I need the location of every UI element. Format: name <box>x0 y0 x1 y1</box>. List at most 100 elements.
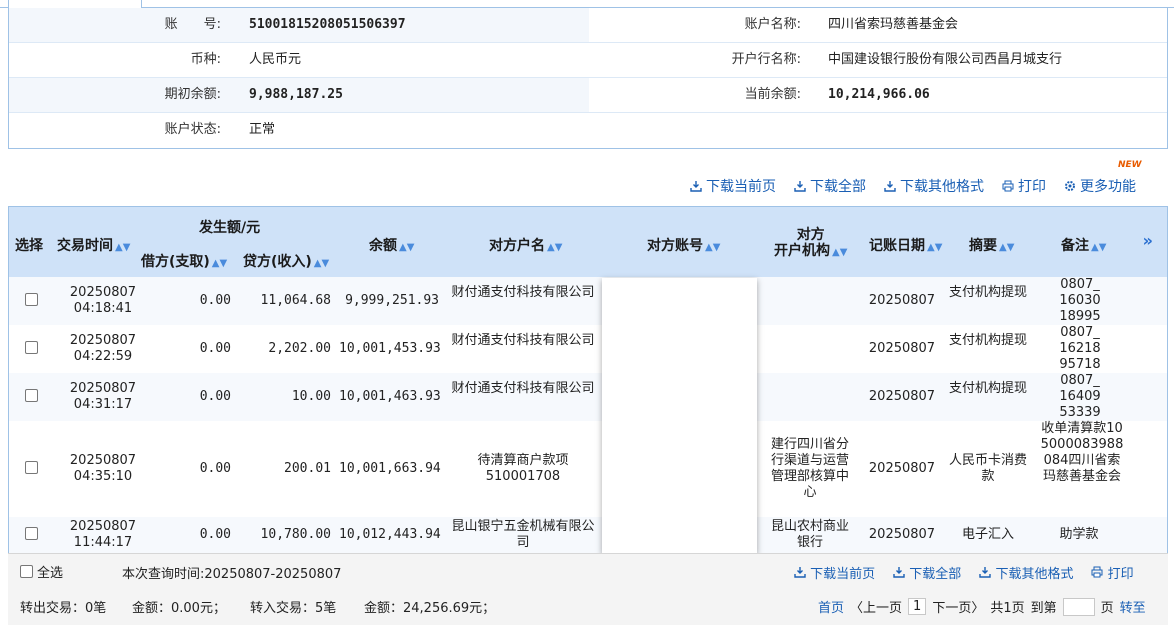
account-name-label: 账户名称: <box>744 17 801 32</box>
account-status-label: 账户状态: <box>164 122 221 137</box>
table-row[interactable]: 20250807 04:18:41 0.00 11,064.68 9,999,2… <box>9 277 1167 325</box>
col-select: 选择 <box>15 238 43 254</box>
download-other-button[interactable]: 下载其他格式 <box>884 176 984 196</box>
currency-label: 币种: <box>190 52 221 67</box>
select-all-control[interactable]: 全选 <box>20 562 63 581</box>
footer-download-all-button[interactable]: 下载全部 <box>893 563 961 582</box>
download-all-button[interactable]: 下载全部 <box>794 176 866 196</box>
col-counter-account[interactable]: 对方账号 ▲▼ <box>647 235 720 255</box>
sort-icon[interactable]: ▲▼ <box>314 258 329 269</box>
debit-cell: 0.00 <box>199 293 231 308</box>
tab-strip <box>0 0 1174 9</box>
table-row[interactable]: 20250807 04:31:17 0.00 10.00 10,001,463.… <box>9 373 1167 421</box>
row-checkbox[interactable] <box>25 527 38 540</box>
goto-suffix: 页 <box>1100 601 1114 616</box>
prev-page-link[interactable]: 〈上一页 <box>850 597 902 616</box>
in-count: 转入交易：5笔 <box>250 601 337 616</box>
select-all-label: 全选 <box>37 566 64 581</box>
balance-cell: 10,001,663.94 <box>339 461 441 476</box>
col-balance[interactable]: 余额 ▲▼ <box>369 235 414 255</box>
print-button[interactable]: 打印 <box>1002 176 1046 196</box>
printer-icon <box>1002 180 1014 192</box>
counter-name-cell: 财付通支付科技有限公司 <box>451 333 595 348</box>
sort-icon[interactable]: ▲▼ <box>705 242 720 253</box>
select-all-checkbox[interactable] <box>20 565 33 578</box>
current-page[interactable]: 1 <box>908 598 927 615</box>
book-date-cell: 20250807 <box>868 341 936 356</box>
sort-icon[interactable]: ▲▼ <box>832 247 847 258</box>
download-icon <box>979 567 992 578</box>
sort-icon[interactable]: ▲▼ <box>927 242 942 253</box>
credit-cell: 11,064.68 <box>260 293 331 308</box>
table-row[interactable]: 20250807 11:44:17 0.00 10,780.00 10,012,… <box>9 517 1167 553</box>
info-row: 账户状态: 正常 <box>9 113 1167 148</box>
download-page-button[interactable]: 下载当前页 <box>690 176 776 196</box>
sort-icon[interactable]: ▲▼ <box>212 258 227 269</box>
debit-cell: 0.00 <box>199 527 231 542</box>
table-footer: 全选 本次查询时间:20250807-20250807 下载当前页 下载全部 下… <box>8 553 1168 625</box>
col-book-date[interactable]: 记账日期 ▲▼ <box>869 235 942 255</box>
txn-date: 20250807 <box>69 333 137 348</box>
gear-icon <box>1065 181 1075 191</box>
summary-cell: 支付机构提现 <box>949 333 1028 348</box>
col-credit[interactable]: 贷方(收入) ▲▼ <box>243 251 329 271</box>
summary-cell: 支付机构提现 <box>949 285 1028 300</box>
counter-bank-cell: 昆山农村商业银行 <box>770 519 849 550</box>
currency-value: 人民币元 <box>249 52 302 67</box>
footer-download-other-button[interactable]: 下载其他格式 <box>979 563 1073 582</box>
goto-page-input[interactable] <box>1062 597 1095 616</box>
remark-cell: 收单清算款105000083988084四川省索玛慈善基金会 <box>1040 421 1124 484</box>
col-counter-bank-label-2: 开户机构 <box>774 243 830 259</box>
print-label: 打印 <box>1018 179 1046 195</box>
counter-name-cell: 待清算商户款项510001708 <box>477 453 569 484</box>
credit-cell: 2,202.00 <box>268 341 331 356</box>
balance-cell: 10,001,453.93 <box>339 341 441 356</box>
txn-time: 04:35:10 <box>73 469 133 484</box>
footer-print-button[interactable]: 打印 <box>1091 563 1134 582</box>
row-checkbox[interactable] <box>25 341 38 354</box>
sort-icon[interactable]: ▲▼ <box>115 242 130 253</box>
opening-balance-label: 期初余额: <box>164 87 221 102</box>
sort-icon[interactable]: ▲▼ <box>547 242 562 253</box>
summary-cell: 电子汇入 <box>961 527 1014 542</box>
footer-download-page-button[interactable]: 下载当前页 <box>794 563 875 582</box>
row-checkbox[interactable] <box>25 389 38 402</box>
sort-icon[interactable]: ▲▼ <box>999 242 1014 253</box>
new-badge: NEW <box>1118 160 1142 170</box>
first-page-link[interactable]: 首页 <box>818 597 844 616</box>
col-summary[interactable]: 摘要 ▲▼ <box>969 235 1014 255</box>
book-date-cell: 20250807 <box>868 461 936 476</box>
remark-cell: 0807_1603018995 <box>1059 277 1101 324</box>
table-row[interactable]: 20250807 04:35:10 0.00 200.01 10,001,663… <box>9 421 1167 517</box>
book-date-cell: 20250807 <box>868 293 936 308</box>
balance-cell: 10,012,443.94 <box>339 527 441 542</box>
goto-prefix: 到第 <box>1030 601 1057 616</box>
col-book-date-label: 记账日期 <box>869 238 925 254</box>
more-functions-button[interactable]: 更多功能 <box>1064 176 1136 196</box>
download-icon <box>690 181 702 192</box>
col-balance-label: 余额 <box>369 238 397 254</box>
col-remark[interactable]: 备注 ▲▼ <box>1061 235 1106 255</box>
table-row[interactable]: 20250807 04:22:59 0.00 2,202.00 10,001,4… <box>9 325 1167 373</box>
next-page-link[interactable]: 下一页〉 <box>932 597 984 616</box>
txn-time: 04:31:17 <box>73 397 133 412</box>
counter-name-cell: 财付通支付科技有限公司 <box>451 381 595 396</box>
expand-columns-icon[interactable]: » <box>1143 231 1153 250</box>
sort-icon[interactable]: ▲▼ <box>399 242 414 253</box>
col-time[interactable]: 交易时间 ▲▼ <box>57 235 130 255</box>
col-counter-account-label: 对方账号 <box>647 238 703 254</box>
go-button[interactable]: 转至 <box>1120 597 1146 616</box>
credit-cell: 10.00 <box>291 389 331 404</box>
footer-print-label: 打印 <box>1107 567 1134 582</box>
sort-icon[interactable]: ▲▼ <box>1091 242 1106 253</box>
download-icon <box>884 181 896 192</box>
row-checkbox[interactable] <box>25 293 38 306</box>
top-toolbar: 下载当前页 下载全部 下载其他格式 打印 更多功能 <box>690 176 1136 196</box>
row-checkbox[interactable] <box>25 461 38 474</box>
footer-download-all-label: 下载全部 <box>909 567 962 582</box>
current-balance-label: 当前余额: <box>744 87 801 102</box>
col-counter-name[interactable]: 对方户名 ▲▼ <box>489 235 562 255</box>
col-counter-bank[interactable]: 对方 开户机构 ▲▼ <box>774 227 847 261</box>
col-debit[interactable]: 借方(支取) ▲▼ <box>141 251 227 271</box>
col-debit-label: 借方(支取) <box>141 254 210 270</box>
